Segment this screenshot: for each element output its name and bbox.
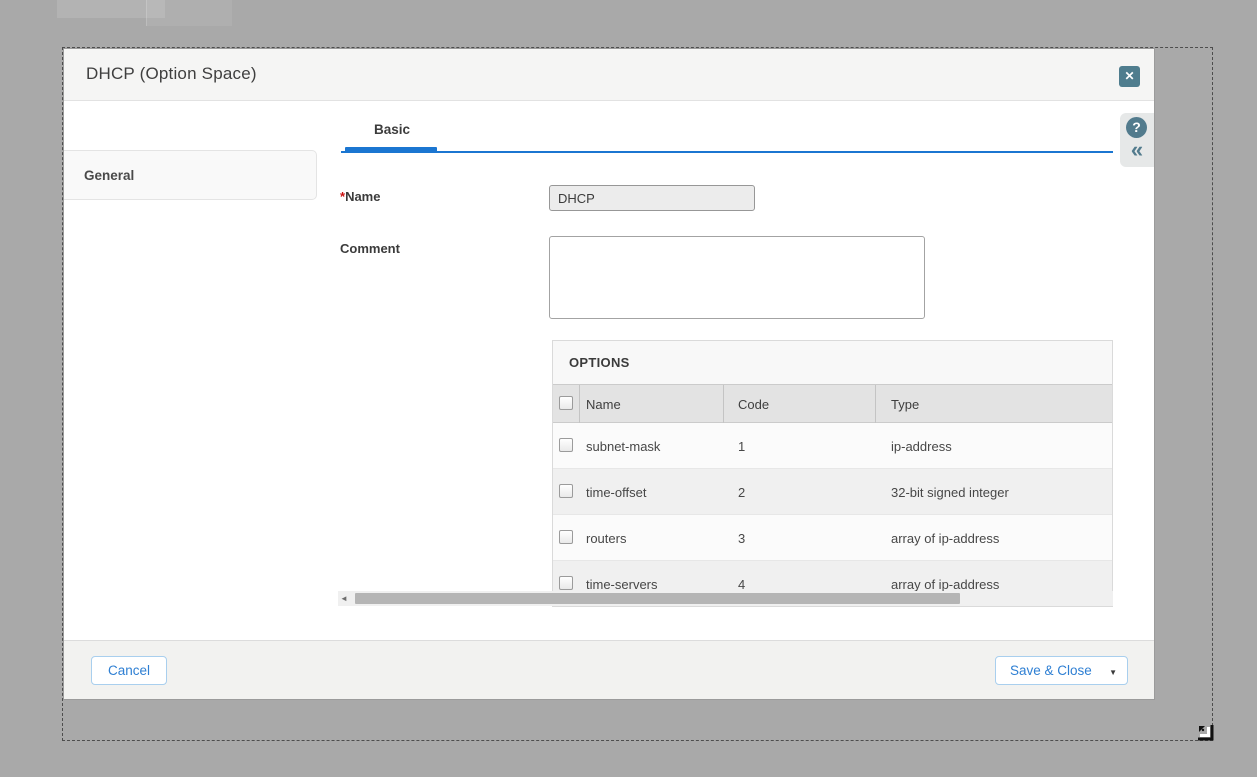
comment-field[interactable]: [549, 236, 925, 319]
row-checkbox[interactable]: [559, 530, 573, 544]
options-panel: OPTIONS Name Code Type subnet-mask 1 ip-…: [552, 340, 1113, 607]
options-panel-title: OPTIONS: [569, 355, 630, 370]
column-header-type[interactable]: Type: [891, 397, 919, 412]
dhcp-option-space-dialog: DHCP (Option Space) ✕ General Basic ? « …: [64, 49, 1154, 699]
dialog-footer: Cancel Save & Close ▼: [64, 640, 1154, 699]
tab-basic[interactable]: Basic: [347, 122, 437, 137]
cell-name: time-offset: [586, 485, 646, 500]
cell-name: time-servers: [586, 577, 658, 592]
dialog-title: DHCP (Option Space): [86, 64, 257, 84]
scroll-left-icon[interactable]: ◄: [340, 594, 348, 603]
background-ghost: [146, 0, 232, 26]
cell-type: array of ip-address: [891, 577, 999, 592]
table-header-row: Name Code Type: [553, 384, 1113, 423]
tab-active-indicator: [345, 147, 437, 153]
column-header-name[interactable]: Name: [586, 397, 621, 412]
horizontal-scrollbar[interactable]: ◄: [338, 591, 1113, 606]
table-row[interactable]: routers 3 array of ip-address: [553, 515, 1113, 561]
cell-type: 32-bit signed integer: [891, 485, 1009, 500]
row-checkbox[interactable]: [559, 438, 573, 452]
column-separator: [579, 385, 580, 424]
close-icon[interactable]: ✕: [1119, 66, 1140, 87]
collapse-panel-icon[interactable]: «: [1126, 137, 1148, 163]
cell-type: array of ip-address: [891, 531, 999, 546]
column-separator: [723, 385, 724, 424]
cell-code: 4: [738, 577, 745, 592]
column-separator: [875, 385, 876, 424]
cell-name: routers: [586, 531, 626, 546]
cancel-button[interactable]: Cancel: [91, 656, 167, 685]
cell-name: subnet-mask: [586, 439, 660, 454]
select-all-checkbox[interactable]: [559, 396, 573, 410]
chevron-down-icon: ▼: [1109, 668, 1117, 677]
sidebar-item-general[interactable]: General: [64, 150, 317, 200]
cell-code: 3: [738, 531, 745, 546]
save-and-close-label: Save & Close: [1010, 663, 1092, 678]
help-panel: ? «: [1120, 113, 1154, 167]
cell-code: 2: [738, 485, 745, 500]
row-checkbox[interactable]: [559, 484, 573, 498]
cell-code: 1: [738, 439, 745, 454]
tab-underline: [341, 151, 1113, 153]
help-icon[interactable]: ?: [1126, 117, 1147, 138]
dialog-header: DHCP (Option Space): [64, 49, 1154, 101]
name-field[interactable]: [549, 185, 755, 211]
cell-type: ip-address: [891, 439, 952, 454]
comment-label: Comment: [340, 241, 400, 256]
save-and-close-button[interactable]: Save & Close ▼: [995, 656, 1128, 685]
sidebar-item-label: General: [84, 168, 134, 183]
resize-corner-icon[interactable]: [1194, 721, 1215, 742]
name-label-text: Name: [345, 189, 380, 204]
table-row[interactable]: time-offset 2 32-bit signed integer: [553, 469, 1113, 515]
name-label: *Name: [340, 189, 380, 204]
table-row[interactable]: subnet-mask 1 ip-address: [553, 423, 1113, 469]
row-checkbox[interactable]: [559, 576, 573, 590]
column-header-code[interactable]: Code: [738, 397, 769, 412]
scrollbar-thumb[interactable]: [355, 593, 960, 604]
